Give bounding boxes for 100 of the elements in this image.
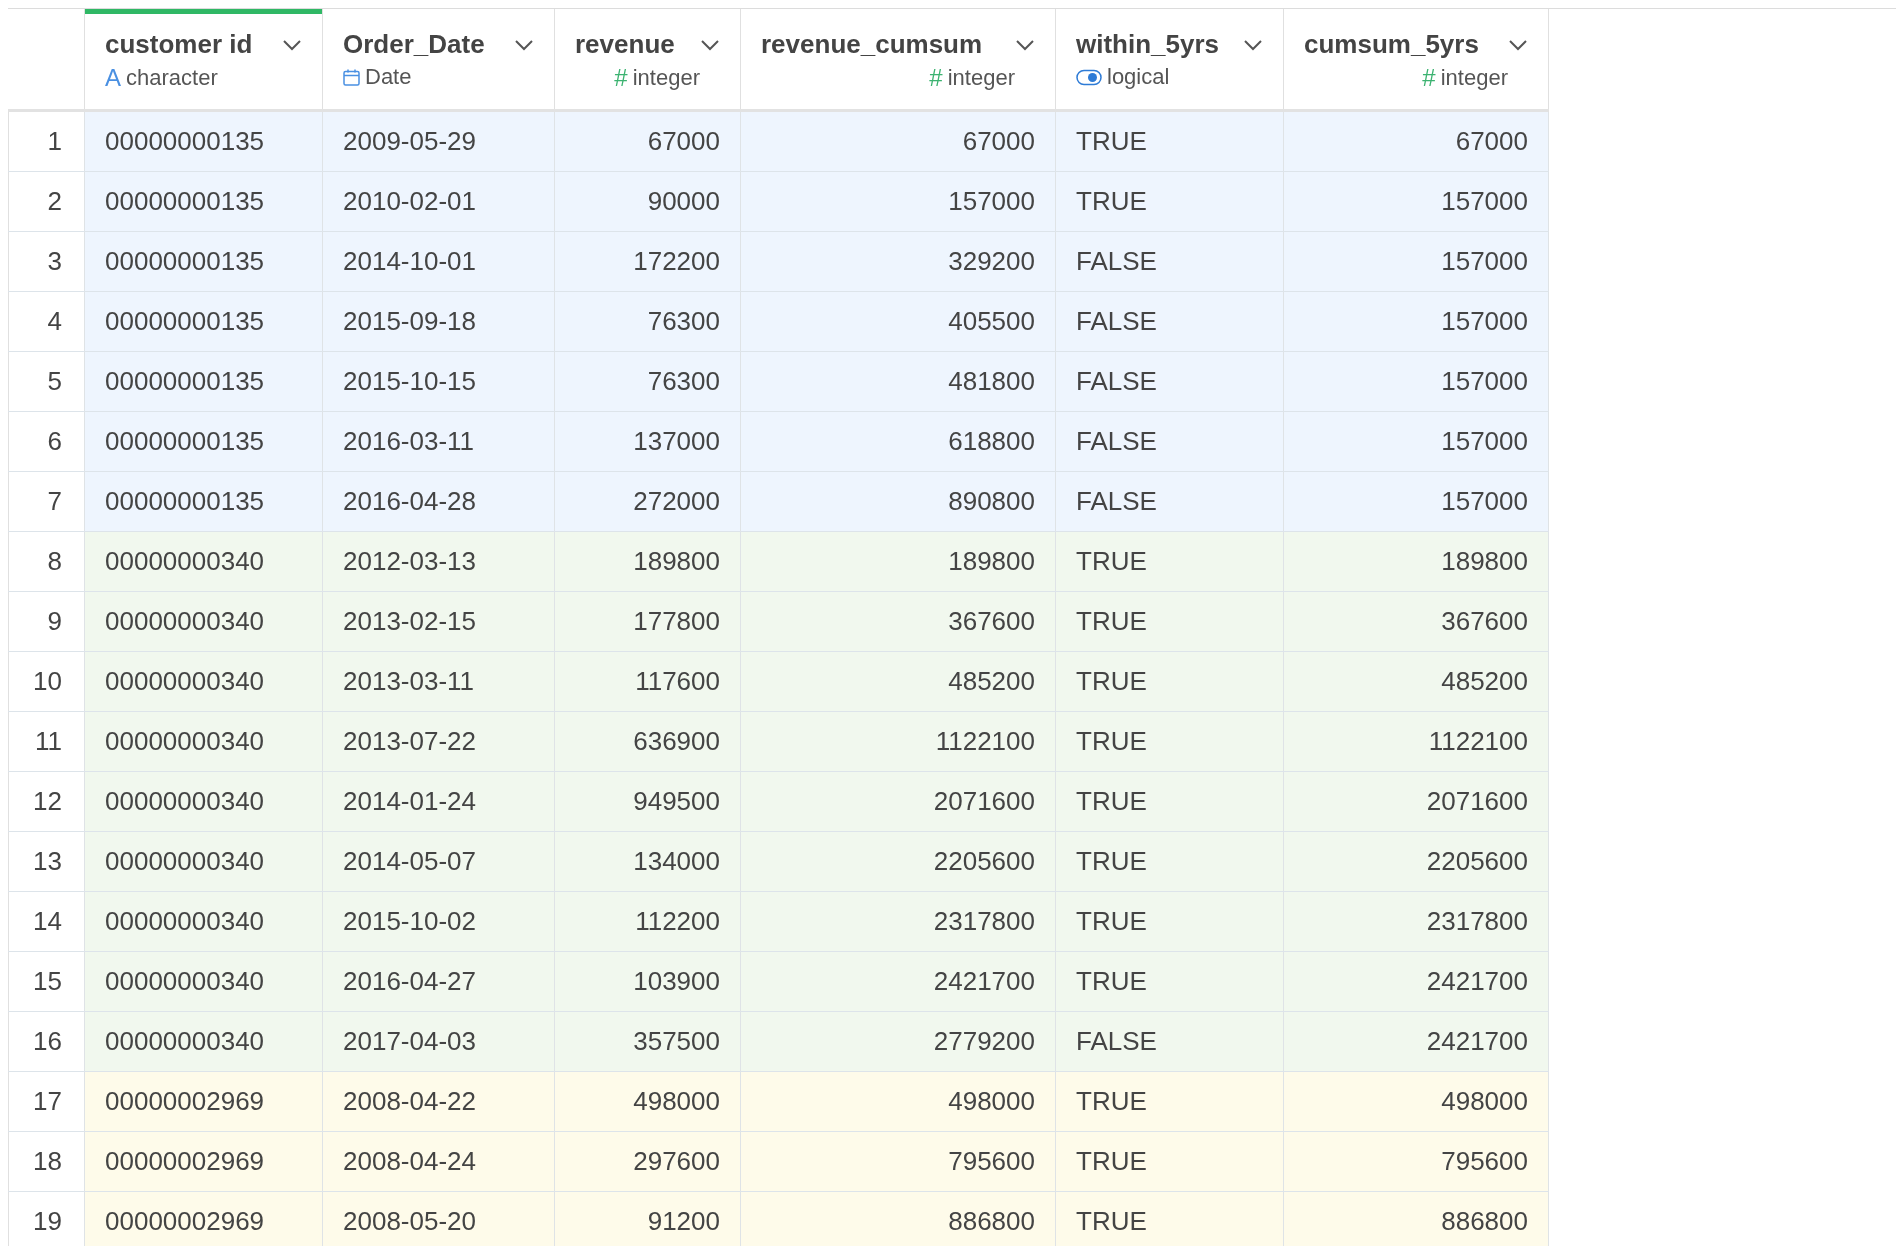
- table-cell: 00000000135: [85, 232, 323, 291]
- table-cell: 795600: [1284, 1132, 1549, 1191]
- column-name: cumsum_5yrs: [1304, 29, 1479, 60]
- table-cell: 2017-04-03: [323, 1012, 555, 1071]
- column-header[interactable]: customer id A character: [85, 9, 323, 109]
- table-cell: 886800: [741, 1192, 1056, 1246]
- row-number: 5: [8, 352, 85, 411]
- row-number: 1: [8, 112, 85, 171]
- text-type-icon: A: [105, 64, 121, 92]
- number-type-icon: #: [929, 64, 943, 92]
- table-cell: 00000000340: [85, 952, 323, 1011]
- table-cell: TRUE: [1056, 1072, 1284, 1131]
- chevron-down-icon[interactable]: [282, 38, 302, 51]
- table-cell: 00000000135: [85, 172, 323, 231]
- table-cell: 2016-04-28: [323, 472, 555, 531]
- table-cell: 2015-10-15: [323, 352, 555, 411]
- table-cell: FALSE: [1056, 352, 1284, 411]
- table-cell: 2015-10-02: [323, 892, 555, 951]
- table-cell: 67000: [741, 112, 1056, 171]
- row-number: 7: [8, 472, 85, 531]
- table-cell: 112200: [555, 892, 741, 951]
- table-cell: 91200: [555, 1192, 741, 1246]
- table-cell: 481800: [741, 352, 1056, 411]
- table-cell: 2008-04-24: [323, 1132, 555, 1191]
- chevron-down-icon[interactable]: [700, 38, 720, 51]
- table-cell: TRUE: [1056, 712, 1284, 771]
- chevron-down-icon[interactable]: [1015, 38, 1035, 51]
- table-cell: 297600: [555, 1132, 741, 1191]
- table-cell: 485200: [741, 652, 1056, 711]
- table-cell: 157000: [1284, 352, 1549, 411]
- table-cell: 103900: [555, 952, 741, 1011]
- row-number: 16: [8, 1012, 85, 1071]
- table-cell: 498000: [741, 1072, 1056, 1131]
- row-number: 14: [8, 892, 85, 951]
- table-cell: 00000000340: [85, 532, 323, 591]
- column-name: customer id: [105, 29, 253, 60]
- row-number: 2: [8, 172, 85, 231]
- table-cell: 117600: [555, 652, 741, 711]
- table-cell: 498000: [555, 1072, 741, 1131]
- table-cell: 177800: [555, 592, 741, 651]
- table-cell: FALSE: [1056, 292, 1284, 351]
- table-cell: 357500: [555, 1012, 741, 1071]
- table-cell: 886800: [1284, 1192, 1549, 1246]
- table-cell: 2012-03-13: [323, 532, 555, 591]
- table-cell: 134000: [555, 832, 741, 891]
- row-number: 8: [8, 532, 85, 591]
- table-cell: 272000: [555, 472, 741, 531]
- row-number: 19: [8, 1192, 85, 1246]
- column-type: logical: [1107, 64, 1170, 90]
- table-cell: 172200: [555, 232, 741, 291]
- table-cell: 405500: [741, 292, 1056, 351]
- table-cell: 2779200: [741, 1012, 1056, 1071]
- table-cell: TRUE: [1056, 1192, 1284, 1246]
- table-cell: 76300: [555, 352, 741, 411]
- table-cell: 2016-04-27: [323, 952, 555, 1011]
- table-cell: 1122100: [741, 712, 1056, 771]
- row-number: 11: [8, 712, 85, 771]
- row-number: 17: [8, 1072, 85, 1131]
- table-cell: 00000000135: [85, 472, 323, 531]
- number-type-icon: #: [614, 64, 628, 92]
- chevron-down-icon[interactable]: [514, 38, 534, 51]
- table-cell: TRUE: [1056, 892, 1284, 951]
- toggle-icon: [1076, 68, 1102, 86]
- table-cell: 00000002969: [85, 1132, 323, 1191]
- column-name: revenue_cumsum: [761, 29, 983, 60]
- table-cell: 2421700: [741, 952, 1056, 1011]
- table-cell: 00000000340: [85, 652, 323, 711]
- table-cell: FALSE: [1056, 232, 1284, 291]
- table-cell: 00000002969: [85, 1192, 323, 1246]
- row-number: 4: [8, 292, 85, 351]
- table-cell: TRUE: [1056, 772, 1284, 831]
- table-cell: 00000000340: [85, 1012, 323, 1071]
- table-cell: 367600: [741, 592, 1056, 651]
- table-cell: 157000: [1284, 232, 1549, 291]
- table-cell: 2317800: [741, 892, 1056, 951]
- column-name: Order_Date: [343, 29, 485, 60]
- chevron-down-icon[interactable]: [1508, 38, 1528, 51]
- table-cell: 00000000135: [85, 292, 323, 351]
- column-name: revenue: [575, 29, 675, 60]
- chevron-down-icon[interactable]: [1243, 38, 1263, 51]
- table-cell: 157000: [1284, 472, 1549, 531]
- table-cell: 1122100: [1284, 712, 1549, 771]
- row-number: 6: [8, 412, 85, 471]
- column-type: character: [126, 65, 218, 91]
- column-type: integer: [1440, 65, 1508, 91]
- table-cell: 636900: [555, 712, 741, 771]
- table-cell: TRUE: [1056, 172, 1284, 231]
- table-cell: 00000000340: [85, 592, 323, 651]
- table-cell: 2010-02-01: [323, 172, 555, 231]
- table-cell: 2013-07-22: [323, 712, 555, 771]
- table-cell: 367600: [1284, 592, 1549, 651]
- table-cell: 189800: [741, 532, 1056, 591]
- table-cell: 2421700: [1284, 1012, 1549, 1071]
- row-number: 3: [8, 232, 85, 291]
- table-cell: 890800: [741, 472, 1056, 531]
- table-cell: 67000: [1284, 112, 1549, 171]
- table-cell: 2013-02-15: [323, 592, 555, 651]
- table-cell: 189800: [1284, 532, 1549, 591]
- number-type-icon: #: [1422, 64, 1436, 92]
- column-type: integer: [632, 65, 700, 91]
